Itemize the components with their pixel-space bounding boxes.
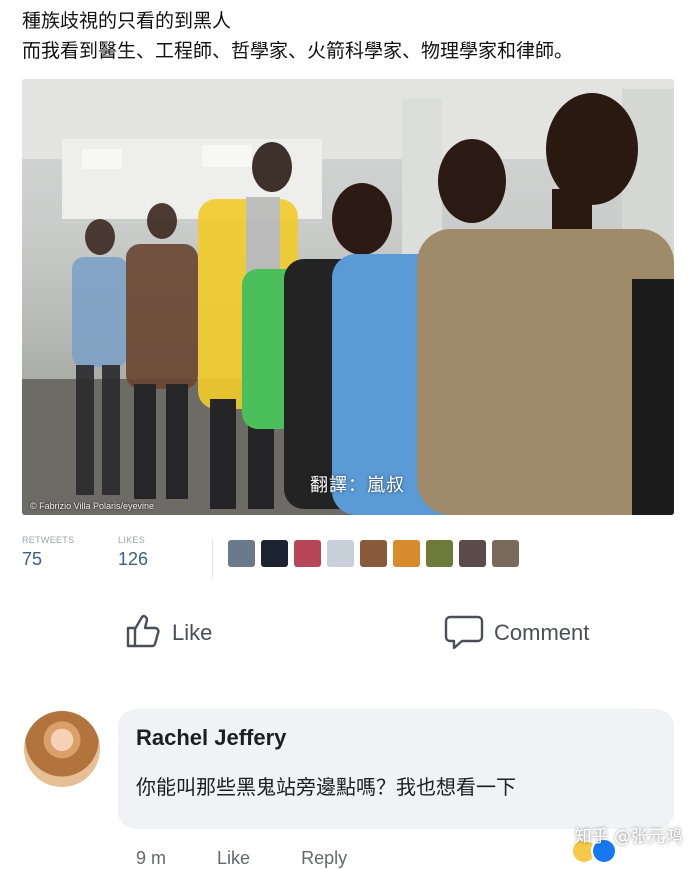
post-caption: 種族歧視的只看的到黑人 而我看到醫生、工程師、哲學家、火箭科學家、物理學家和律師…: [22, 6, 692, 66]
likes-count: 126: [118, 549, 149, 569]
liker-avatar[interactable]: [459, 540, 486, 567]
caption-line-1: 種族歧視的只看的到黑人: [22, 10, 232, 32]
photo-credit: © Fabrizio Villa Polaris/eyevine: [30, 501, 155, 511]
photo-illustration: [22, 79, 674, 515]
retweets-stat[interactable]: RETWEETS 75: [22, 535, 74, 570]
post-actions: Like Comment: [0, 612, 700, 656]
comment-like-link[interactable]: Like: [217, 848, 250, 868]
liker-avatar[interactable]: [360, 540, 387, 567]
liker-avatar[interactable]: [327, 540, 354, 567]
likes-stat[interactable]: LIKES 126: [118, 535, 148, 570]
translator-credit: 翻譯：嵐叔: [310, 475, 405, 496]
like-button[interactable]: Like: [124, 612, 212, 654]
comment-reply-link[interactable]: Reply: [301, 848, 347, 868]
liker-avatar[interactable]: [393, 540, 420, 567]
tweet-stats: RETWEETS 75 LIKES 126: [22, 535, 674, 585]
comment-label: Comment: [494, 620, 590, 645]
liker-avatar[interactable]: [228, 540, 255, 567]
speech-bubble-icon: [444, 612, 484, 654]
retweets-label: RETWEETS: [22, 535, 75, 545]
liker-avatar[interactable]: [426, 540, 453, 567]
commenter-avatar[interactable]: [24, 711, 100, 787]
liker-avatar[interactable]: [294, 540, 321, 567]
post-photo[interactable]: © Fabrizio Villa Polaris/eyevine 翻譯：嵐叔: [22, 79, 674, 515]
liker-avatars: [228, 540, 519, 567]
like-label: Like: [172, 620, 213, 645]
caption-line-2: 而我看到醫生、工程師、哲學家、火箭科學家、物理學家和律師。: [22, 40, 574, 62]
liker-avatar[interactable]: [492, 540, 519, 567]
comment-time: 9 m: [136, 848, 167, 868]
comment-author[interactable]: Rachel Jeffery: [136, 725, 286, 751]
thumbs-up-icon: [124, 612, 162, 654]
zhihu-watermark: 知乎 @张元鸿: [574, 827, 682, 847]
likes-label: LIKES: [118, 535, 146, 545]
liker-avatar[interactable]: [261, 540, 288, 567]
comment-button[interactable]: Comment: [444, 612, 589, 654]
comment-text: 你能叫那些黑鬼站旁邊點嗎？我也想看一下: [136, 775, 516, 799]
comment-bubble: Rachel Jeffery 你能叫那些黑鬼站旁邊點嗎？我也想看一下: [118, 709, 674, 829]
retweets-count: 75: [22, 549, 43, 569]
stats-divider: [212, 539, 213, 579]
comment-footer: 9 m Like Reply: [136, 848, 393, 869]
